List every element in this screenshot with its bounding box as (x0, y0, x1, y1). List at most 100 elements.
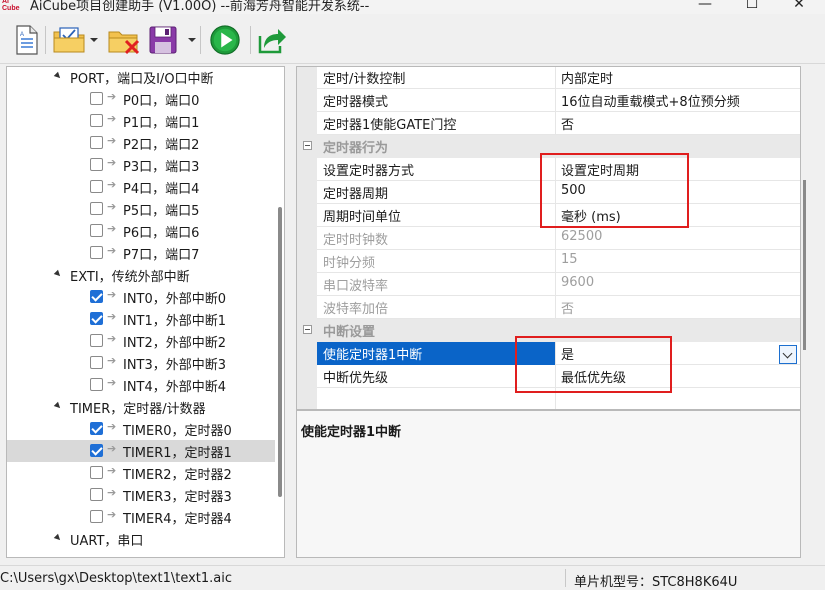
arrow-right-icon: ➔ (107, 134, 117, 147)
tree-item[interactable]: ➔ INT0，外部中断0 (7, 286, 275, 308)
arrow-right-icon: ➔ (107, 442, 117, 455)
collapse-icon[interactable] (303, 141, 312, 150)
property-value[interactable]: 毫秒 (ms) (561, 206, 621, 225)
tree-item[interactable]: ➔ INT3，外部中断3 (7, 352, 275, 374)
tree-item-checkbox[interactable] (90, 378, 103, 391)
property-value[interactable]: 否 (561, 114, 574, 133)
tree-item[interactable]: ➔ P2口，端口2 (7, 132, 275, 154)
play-icon[interactable] (208, 24, 242, 56)
property-value[interactable]: 最低优先级 (561, 367, 626, 386)
property-category[interactable]: 定时器行为 (297, 135, 800, 158)
tree-item-checkbox[interactable] (90, 246, 103, 259)
arrow-right-icon: ➔ (107, 112, 117, 125)
property-row[interactable]: 周期时间单位 毫秒 (ms) (317, 204, 800, 227)
property-row[interactable]: 时钟分频 15 (317, 250, 800, 273)
tree-item[interactable]: ➔ P6口，端口6 (7, 220, 275, 242)
tree-item[interactable]: ➔ P5口，端口5 (7, 198, 275, 220)
property-value[interactable]: 内部定时 (561, 68, 613, 87)
tree-scrollbar[interactable] (278, 207, 282, 497)
tree-item-checkbox[interactable] (90, 312, 103, 325)
property-category[interactable]: 中断设置 (297, 319, 800, 342)
tree-item[interactable]: ➔ TIMER1，定时器1 (7, 440, 275, 462)
save-dropdown-arrow-icon[interactable] (188, 38, 196, 42)
expander-icon[interactable] (53, 401, 63, 411)
status-bar: C:\Users\gx\Desktop\text1\text1.aic 单片机型… (0, 565, 825, 590)
property-value[interactable]: 设置定时周期 (561, 160, 639, 179)
tree-item-checkbox[interactable] (90, 444, 103, 457)
property-name: 使能定时器1中断 (323, 348, 423, 363)
property-row[interactable]: 串口波特率 9600 (317, 273, 800, 296)
arrow-right-icon: ➔ (107, 354, 117, 367)
tree-group[interactable]: PORT，端口及I/O口中断 (7, 67, 275, 88)
tree-item-checkbox[interactable] (90, 422, 103, 435)
property-value[interactable]: 500 (561, 183, 586, 198)
collapse-icon[interactable] (303, 325, 312, 334)
tree-item[interactable]: ➔ TIMER2，定时器2 (7, 462, 275, 484)
tree-item-checkbox[interactable] (90, 356, 103, 369)
tree-group-label: TIMER，定时器/计数器 (70, 402, 206, 417)
property-row[interactable]: 使能定时器1中断 是 (317, 342, 800, 365)
maximize-button[interactable]: ☐ (732, 0, 772, 14)
tree-group[interactable]: TIMER，定时器/计数器 (7, 396, 275, 418)
tree-item-checkbox[interactable] (90, 290, 103, 303)
floppy-disk-icon[interactable] (148, 24, 178, 56)
expander-icon[interactable] (53, 533, 63, 543)
tree-item-label: P6口，端口6 (123, 226, 200, 241)
property-row[interactable]: 定时/计数控制 内部定时 (317, 67, 800, 89)
property-scrollbar[interactable] (803, 180, 806, 350)
property-name: 周期时间单位 (323, 210, 402, 225)
tree-item-checkbox[interactable] (90, 488, 103, 501)
tree-group[interactable]: EXTI，传统外部中断 (7, 264, 275, 286)
tree-item[interactable]: ➔ P4口，端口4 (7, 176, 275, 198)
tree-item-checkbox[interactable] (90, 202, 103, 215)
tree-item[interactable]: ➔ INT2，外部中断2 (7, 330, 275, 352)
module-tree: PORT，端口及I/O口中断 ➔ P0口，端口0 ➔ P1口，端口1 ➔ P2口，端口2 ➔ P… (6, 66, 285, 558)
tree-item-checkbox[interactable] (90, 334, 103, 347)
tree-item-checkbox[interactable] (90, 466, 103, 479)
tree-item[interactable]: ➔ INT1，外部中断1 (7, 308, 275, 330)
tree-item-checkbox[interactable] (90, 158, 103, 171)
column-divider (555, 89, 556, 112)
tree-item-checkbox[interactable] (90, 224, 103, 237)
tree-item[interactable]: ➔ P7口，端口7 (7, 242, 275, 264)
property-row[interactable]: 定时时钟数 62500 (317, 227, 800, 250)
tree-item[interactable]: ➔ P0口，端口0 (7, 88, 275, 110)
folder-delete-icon[interactable] (107, 24, 141, 56)
tree-item[interactable]: ➔ TIMER3，定时器3 (7, 484, 275, 506)
tree-group[interactable]: UART，串口 (7, 528, 275, 550)
expander-icon[interactable] (53, 269, 63, 279)
tree-item-label: INT3，外部中断3 (123, 358, 227, 373)
property-row[interactable]: 设置定时器方式 设置定时周期 (317, 158, 800, 181)
open-dropdown-arrow-icon[interactable] (90, 38, 98, 42)
tree-item[interactable]: ➔ P3口，端口3 (7, 154, 275, 176)
tree-item-label: P2口，端口2 (123, 138, 200, 153)
tree-item-checkbox[interactable] (90, 510, 103, 523)
property-value[interactable]: 是 (561, 344, 574, 363)
value-dropdown-button[interactable] (779, 345, 797, 364)
tree-item[interactable]: ➔ INT4，外部中断4 (7, 374, 275, 396)
window-title: AiCube项目创建助手 (V1.00O) --前海芳舟智能开发系统-- (30, 0, 370, 14)
property-row[interactable]: 定时器模式 16位自动重载模式+8位预分频 (317, 89, 800, 112)
export-arrow-icon[interactable] (256, 24, 288, 56)
expander-icon[interactable] (53, 71, 63, 81)
property-row[interactable]: 中断优先级 最低优先级 (317, 365, 800, 388)
tree-item-checkbox[interactable] (90, 114, 103, 127)
property-value[interactable]: 16位自动重载模式+8位预分频 (561, 91, 740, 110)
tree-item-checkbox[interactable] (90, 92, 103, 105)
minimize-button[interactable]: — (685, 0, 725, 14)
close-button[interactable]: ✕ (779, 0, 819, 14)
column-divider (555, 342, 556, 365)
tree-item[interactable]: ➔ P1口，端口1 (7, 110, 275, 132)
property-row[interactable]: 波特率加倍 否 (317, 296, 800, 319)
tree-item-checkbox[interactable] (90, 136, 103, 149)
arrow-right-icon: ➔ (107, 420, 117, 433)
tree-item[interactable]: ➔ TIMER4，定时器4 (7, 506, 275, 528)
tree-item-checkbox[interactable] (90, 180, 103, 193)
document-icon[interactable]: A (12, 24, 40, 56)
tree-item[interactable]: ➔ TIMER0，定时器0 (7, 418, 275, 440)
property-row[interactable]: 定时器1使能GATE门控 否 (317, 112, 800, 135)
status-separator (565, 569, 566, 587)
column-divider (555, 227, 556, 250)
folder-check-icon[interactable] (52, 24, 86, 56)
property-row[interactable]: 定时器周期 500 (317, 181, 800, 204)
